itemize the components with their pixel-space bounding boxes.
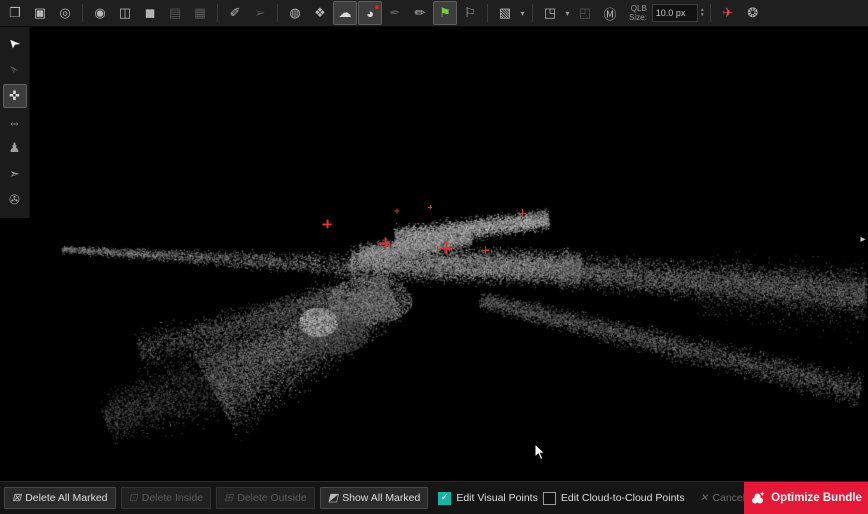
right-panel-expander[interactable]: ▸ [858,230,868,248]
qlb-size-spinner[interactable]: ▲ ▼ [700,8,705,18]
delete-inside-button[interactable]: ⊡ Delete Inside [121,487,212,509]
delete-outside-button[interactable]: ⊞ Delete Outside [216,487,315,509]
checkbox-label: Edit Visual Points [456,492,538,504]
tags-icon[interactable]: ❖ [308,1,332,25]
toolbar-separator [487,4,488,22]
checkbox-label: Edit Cloud-to-Cloud Points [561,492,685,504]
delete-all-marked-button[interactable]: ⊠ Delete All Marked [4,487,116,509]
bundle-icon [750,491,765,506]
grid-view-icon[interactable]: ▦ [188,1,212,25]
cancel-label: Cancel [712,492,745,504]
close-icon: ✕ [700,492,709,504]
button-label: Delete Outside [237,492,306,504]
texture-icon[interactable]: ❂ [741,1,765,25]
model-m-icon[interactable]: Ⓜ [598,1,622,25]
person-view-tool[interactable]: ♟ [3,136,27,160]
left-toolbar: ➤ ➢ ✜ ⇔ ♟ ➣ ✇ [0,27,30,218]
paint-select-tool[interactable]: ✇ [3,188,27,212]
camera-icon[interactable]: ◉ [88,1,112,25]
checkbox-unchecked-icon [543,492,556,505]
cursor-arrow-icon: ➤ [5,34,24,53]
point-cloud-viewport[interactable] [0,0,868,514]
delete-inside-icon: ⊡ [129,493,138,504]
move-pin-icon[interactable]: ⚐ [458,1,482,25]
sphere-icon[interactable]: ◕ [358,1,382,25]
select-tool[interactable]: ➤ [3,32,27,56]
qlb-size-input[interactable]: 10.0 px [652,4,698,22]
top-toolbar: ❐ ▣ ◎ ◉ ◫ ◼ ▤ ▦ ✐ ➢ ◍ ❖ ☁ ◕ ✒ ✏ ⚑ ⚐ ▧ ▾ … [0,0,868,27]
smart-select-tool[interactable]: ➢ [3,58,27,82]
button-label: Show All Marked [342,492,420,504]
recon-box-alt-icon[interactable]: ◰ [573,1,597,25]
select-cursor-icon[interactable]: ➢ [248,1,272,25]
image-view-icon[interactable]: ▤ [163,1,187,25]
show-marked-icon: ◩ [328,493,338,504]
toolbar-separator [710,4,711,22]
mouse-cursor [534,443,546,466]
toolbar-separator [532,4,533,22]
show-all-marked-button[interactable]: ◩ Show All Marked [320,487,429,509]
toolbar-separator [82,4,83,22]
recon-box-dropdown[interactable]: ▾ [563,2,572,24]
recon-box-icon[interactable]: ◳ [538,1,562,25]
align-jet-icon[interactable]: ✈ [716,1,740,25]
point-cloud-icon[interactable]: ☁ [333,1,357,25]
optimize-bundle-button[interactable]: Optimize Bundle [744,482,868,514]
cancel-button[interactable]: ✕ Cancel [700,492,746,504]
fly-tool[interactable]: ➣ [3,162,27,186]
button-label: Delete All Marked [25,492,107,504]
box-select-dropdown[interactable]: ▾ [518,2,527,24]
measure-tool[interactable]: ⇔ [3,110,27,134]
new-scene-icon[interactable]: ▣ [28,1,52,25]
import-icon[interactable]: ❐ [3,1,27,25]
solid-view-icon[interactable]: ◼ [138,1,162,25]
move-tool[interactable]: ✜ [3,84,27,108]
edit-cloud-to-cloud-checkbox[interactable]: Edit Cloud-to-Cloud Points [543,492,685,505]
control-point-pin-icon[interactable]: ⚑ [433,1,457,25]
toolbar-separator [277,4,278,22]
qlb-size-label: QLB Size: [629,4,647,22]
cursor-arrow-icon: ➢ [5,60,24,79]
scalpel-icon[interactable]: ✐ [223,1,247,25]
delete-marked-icon: ⊠ [12,493,21,504]
toolbar-separator [217,4,218,22]
bottom-bar: ⊠ Delete All Marked ⊡ Delete Inside ⊞ De… [0,481,868,514]
split-view-icon[interactable]: ◫ [113,1,137,25]
globe-icon[interactable]: ◍ [283,1,307,25]
ruler-icon[interactable]: ✒ [383,1,407,25]
optimize-label: Optimize Bundle [771,492,862,504]
inspect-icon[interactable]: ◎ [53,1,77,25]
delete-outside-icon: ⊞ [224,493,233,504]
checkbox-checked-icon [438,492,451,505]
box-select-icon[interactable]: ▧ [493,1,517,25]
edit-visual-points-checkbox[interactable]: Edit Visual Points [438,492,538,505]
button-label: Delete Inside [142,492,203,504]
brush-icon[interactable]: ✏ [408,1,432,25]
